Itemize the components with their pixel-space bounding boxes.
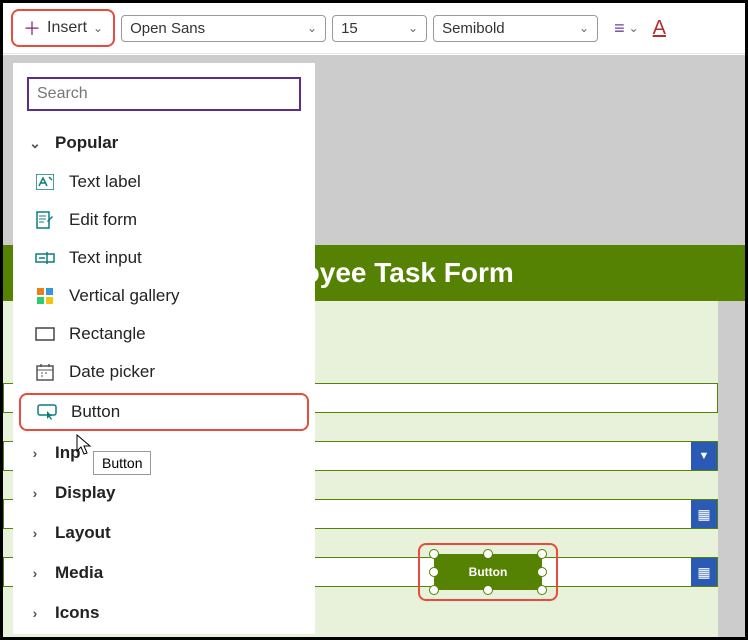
button-control[interactable]: Button: [434, 554, 542, 590]
item-vertical-gallery[interactable]: Vertical gallery: [13, 277, 315, 315]
font-value: Open Sans: [130, 20, 205, 37]
edit-form-icon: [35, 211, 55, 229]
chevron-down-icon: ⌄: [27, 135, 43, 152]
date-picker-icon: [35, 363, 55, 381]
resize-handle[interactable]: [429, 585, 439, 595]
category-label: Display: [55, 483, 115, 503]
rectangle-icon: [35, 325, 55, 343]
resize-handle[interactable]: [429, 549, 439, 559]
font-weight-dropdown[interactable]: Semibold ⌄: [433, 15, 598, 42]
plus-icon: ＋: [23, 15, 41, 41]
chevron-down-icon: ⌄: [408, 21, 418, 35]
item-label: Text label: [69, 172, 141, 192]
category-layout[interactable]: › Layout: [13, 513, 315, 553]
item-label: Date picker: [69, 362, 155, 382]
font-dropdown[interactable]: Open Sans ⌄: [121, 15, 326, 42]
category-icons[interactable]: › Icons: [13, 593, 315, 633]
item-edit-form[interactable]: Edit form: [13, 201, 315, 239]
resize-handle[interactable]: [537, 567, 547, 577]
insert-button[interactable]: ＋ Insert ⌄: [11, 9, 115, 47]
category-label: Inp: [55, 443, 81, 463]
category-label: Popular: [55, 133, 118, 153]
category-label: Layout: [55, 523, 111, 543]
category-label: Media: [55, 563, 103, 583]
category-input[interactable]: › Inp: [13, 433, 315, 473]
search-input[interactable]: Search: [27, 77, 301, 111]
resize-handle[interactable]: [483, 549, 493, 559]
category-media[interactable]: › Media: [13, 553, 315, 593]
resize-handle[interactable]: [537, 585, 547, 595]
chevron-down-icon: ⌄: [629, 21, 639, 35]
button-label: Button: [469, 565, 508, 579]
align-dropdown[interactable]: ≡ ⌄: [614, 18, 639, 39]
chevron-right-icon: ›: [27, 445, 43, 461]
toolbar: ＋ Insert ⌄ Open Sans ⌄ 15 ⌄ Semibold ⌄ ≡…: [3, 3, 745, 54]
chevron-right-icon: ›: [27, 525, 43, 541]
button-icon: [37, 403, 57, 421]
resize-handle[interactable]: [537, 549, 547, 559]
font-size-dropdown[interactable]: 15 ⌄: [332, 15, 427, 42]
font-color-button[interactable]: A: [653, 17, 666, 40]
item-text-label[interactable]: Text label: [13, 163, 315, 201]
insert-panel: Search ⌄ Popular Text label Edit form Te…: [13, 63, 315, 634]
item-text-input[interactable]: Text input: [13, 239, 315, 277]
chevron-down-icon: ▼: [691, 442, 717, 470]
tooltip: Button: [93, 451, 151, 475]
weight-value: Semibold: [442, 20, 505, 37]
chevron-down-icon: ⌄: [93, 21, 103, 35]
insert-label: Insert: [47, 19, 87, 37]
item-label: Button: [71, 402, 120, 422]
item-label: Vertical gallery: [69, 286, 180, 306]
resize-handle[interactable]: [429, 567, 439, 577]
calendar-icon: ▦: [691, 500, 717, 528]
item-label: Text input: [69, 248, 142, 268]
category-display[interactable]: › Display: [13, 473, 315, 513]
category-popular[interactable]: ⌄ Popular: [13, 123, 315, 163]
chevron-down-icon: ⌄: [579, 21, 589, 35]
item-date-picker[interactable]: Date picker: [13, 353, 315, 391]
align-icon: ≡: [614, 18, 625, 39]
category-label: Icons: [55, 603, 99, 623]
text-input-icon: [35, 249, 55, 267]
chevron-down-icon: ⌄: [307, 21, 317, 35]
chevron-right-icon: ›: [27, 565, 43, 581]
item-rectangle[interactable]: Rectangle: [13, 315, 315, 353]
calendar-icon: ▦: [691, 558, 717, 586]
resize-handle[interactable]: [483, 585, 493, 595]
item-label: Rectangle: [69, 324, 146, 344]
size-value: 15: [341, 20, 358, 37]
text-label-icon: [35, 173, 55, 191]
vertical-gallery-icon: [35, 287, 55, 305]
chevron-right-icon: ›: [27, 485, 43, 501]
chevron-right-icon: ›: [27, 605, 43, 621]
item-button[interactable]: Button: [19, 393, 309, 431]
item-label: Edit form: [69, 210, 137, 230]
selected-control-highlight: Button: [418, 543, 558, 601]
